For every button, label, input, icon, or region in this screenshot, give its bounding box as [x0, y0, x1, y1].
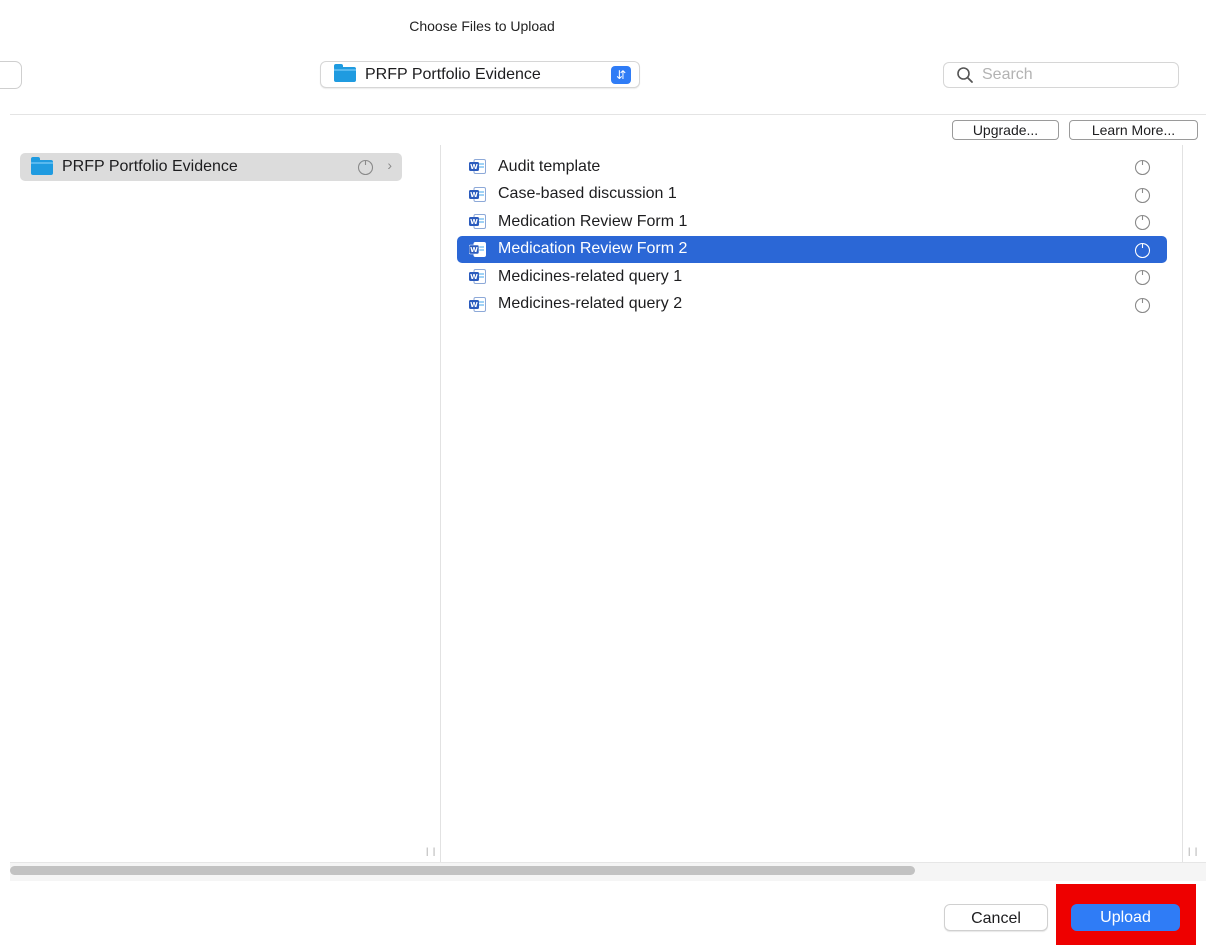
word-doc-icon: W [469, 241, 486, 257]
folder-icon [31, 156, 53, 175]
chevron-right-icon: › [387, 157, 392, 173]
column-resize-grip[interactable]: | | [426, 846, 436, 856]
file-row-audit-template[interactable]: W Audit template [457, 153, 1167, 181]
location-label: PRFP Portfolio Evidence [365, 65, 541, 83]
file-name: Medication Review Form 2 [498, 240, 688, 258]
toolbar-divider [10, 114, 1206, 115]
file-row-medicines-related-query-2[interactable]: W Medicines-related query 2 [457, 291, 1167, 319]
cancel-button[interactable]: Cancel [944, 904, 1048, 931]
svg-text:W: W [470, 191, 478, 199]
icloud-status-icon[interactable] [1134, 269, 1151, 286]
chevron-up-down-icon[interactable]: ⇵ [611, 66, 631, 84]
file-row-medication-review-form-2[interactable]: W Medication Review Form 2 [457, 235, 1167, 263]
file-list: W Audit template W Case-based discussion… [457, 153, 1167, 318]
back-forward-button[interactable] [0, 61, 22, 89]
upload-button[interactable]: Upload [1071, 904, 1180, 931]
svg-text:W: W [470, 163, 478, 171]
svg-text:W: W [470, 246, 478, 254]
file-row-medication-review-form-1[interactable]: W Medication Review Form 1 [457, 208, 1167, 236]
icloud-status-icon [357, 159, 374, 176]
word-doc-icon: W [469, 159, 486, 175]
file-name: Medication Review Form 1 [498, 212, 688, 230]
icloud-status-icon[interactable] [1134, 242, 1151, 259]
learn-more-button[interactable]: Learn More... [1069, 120, 1198, 140]
folder-icon [334, 64, 356, 82]
search-field[interactable] [943, 62, 1179, 88]
sidebar-item-label: PRFP Portfolio Evidence [62, 158, 238, 175]
file-row-medicines-related-query-1[interactable]: W Medicines-related query 1 [457, 263, 1167, 291]
column-resize-grip[interactable]: | | [1188, 846, 1198, 856]
icloud-status-icon[interactable] [1134, 297, 1151, 314]
file-name: Audit template [498, 157, 601, 175]
word-doc-icon: W [469, 269, 486, 285]
location-popup[interactable]: PRFP Portfolio Evidence ⇵ [320, 61, 640, 88]
file-upload-dialog: Choose Files to Upload PRFP Portfolio Ev… [0, 0, 1206, 945]
sidebar-item-prfp-portfolio-evidence[interactable]: PRFP Portfolio Evidence › [20, 153, 402, 181]
column-divider[interactable] [1182, 145, 1183, 862]
file-name: Medicines-related query 2 [498, 295, 683, 313]
file-name: Medicines-related query 1 [498, 267, 683, 285]
icloud-status-icon[interactable] [1134, 187, 1151, 204]
search-icon [957, 67, 973, 83]
svg-text:W: W [470, 218, 478, 226]
svg-text:W: W [470, 301, 478, 309]
scrollbar-thumb[interactable] [10, 866, 915, 875]
search-input[interactable] [980, 65, 1174, 85]
file-row-case-based-discussion-1[interactable]: W Case-based discussion 1 [457, 181, 1167, 209]
icloud-status-icon[interactable] [1134, 159, 1151, 176]
word-doc-icon: W [469, 186, 486, 202]
dialog-title: Choose Files to Upload [409, 18, 555, 34]
word-doc-icon: W [469, 296, 486, 312]
word-doc-icon: W [469, 214, 486, 230]
icloud-status-icon[interactable] [1134, 214, 1151, 231]
svg-text:W: W [470, 273, 478, 281]
column-divider[interactable] [440, 145, 441, 862]
upgrade-button[interactable]: Upgrade... [952, 120, 1059, 140]
file-name: Case-based discussion 1 [498, 185, 677, 203]
